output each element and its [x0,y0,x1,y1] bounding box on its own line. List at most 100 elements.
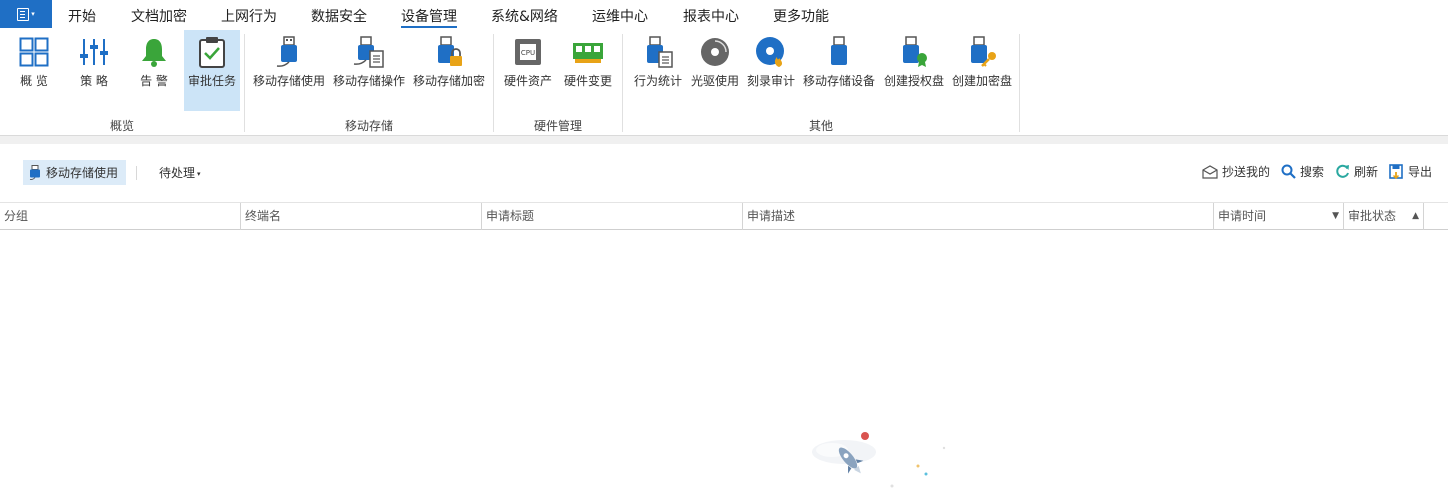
hardware-assets-button-label: 硬件资产 [503,74,552,88]
create-encrypted-disk-button-label: 创建加密盘 [951,74,1012,88]
optical-drive-button[interactable]: 光驱使用 [689,30,741,110]
behavior-stats-button[interactable]: 行为统计 [632,30,684,110]
hardware-assets-button[interactable]: CPU 硬件资产 [502,30,554,110]
burn-audit-button-label: 刻录审计 [746,74,795,88]
usb-usage-button[interactable]: 移动存储使用 [252,30,326,110]
sort-asc-icon: ▲ [1412,211,1419,221]
rocket-icon [812,432,946,488]
empty-state-illustration [808,428,958,494]
usb-operation-button-label: 移动存储操作 [332,74,405,88]
disc-burn-icon [755,35,787,69]
column-header-request-time[interactable]: 申请时间 ▼ [1214,203,1344,230]
optical-drive-button-label: 光驱使用 [690,74,739,88]
behavior-stats-button-label: 行为统计 [633,74,682,88]
ribbon-separator [622,34,623,132]
ribbon-separator [244,34,245,132]
search-button[interactable]: 搜索 [1281,163,1324,180]
usb-lock-icon [433,35,465,69]
ribbon-bottom-band [0,136,1448,144]
approval-tasks-button[interactable]: 审批任务 [184,30,240,111]
svg-text:CPU: CPU [521,49,535,57]
group-label-hardware: 硬件管理 [533,119,583,133]
status-filter-dropdown[interactable]: 待处理 ▾ [159,164,201,181]
current-view-chip[interactable]: 移动存储使用 [23,160,126,185]
column-header-approval-status[interactable]: 审批状态 ▲ [1344,203,1424,230]
refresh-button[interactable]: 刷新 [1335,163,1378,180]
disc-icon [699,35,731,69]
approval-tasks-button-label: 审批任务 [187,74,236,88]
ribbon-separator [493,34,494,132]
tab-doc-encryption[interactable]: 文档加密 [131,6,187,26]
sort-desc-icon: ▼ [1332,211,1339,221]
column-header-label: 终端名 [245,209,282,223]
policy-button[interactable]: 策 略 [68,30,120,110]
tab-ops-center[interactable]: 运维中心 [592,6,648,26]
column-header-label: 申请时间 [1218,209,1267,223]
status-filter-value: 待处理 [159,166,196,180]
memory-icon [572,35,604,69]
cpu-icon: CPU [512,35,544,69]
toolbar-separator [136,166,137,180]
create-auth-disk-button-label: 创建授权盘 [883,74,944,88]
usb-encryption-button-label: 移动存储加密 [412,74,485,88]
column-header-terminal-name[interactable]: 终端名 [241,203,482,230]
mail-icon [1202,164,1218,179]
hardware-changes-button-label: 硬件变更 [563,74,612,88]
export-label: 导出 [1408,165,1433,179]
create-encrypted-disk-button[interactable]: 创建加密盘 [950,30,1014,110]
usb-device-icon [823,35,855,69]
clipboard-check-icon [196,35,228,69]
tab-data-security[interactable]: 数据安全 [311,6,367,26]
column-header-label: 分组 [4,209,29,223]
usb-icon [29,165,40,180]
column-header-request-description[interactable]: 申请描述 [743,203,1214,230]
tab-report-center[interactable]: 报表中心 [683,6,739,26]
column-header-group[interactable]: 分组 [0,203,241,230]
tab-device-management[interactable]: 设备管理 [401,6,457,28]
usb-devices-button-label: 移动存储设备 [802,74,875,88]
group-label-overview: 概览 [109,119,135,133]
burn-audit-button[interactable]: 刻录审计 [745,30,797,110]
tab-web-behavior[interactable]: 上网行为 [221,6,277,26]
cc-to-me-button[interactable]: 抄送我的 [1202,163,1270,180]
chevron-down-icon: ▾ [31,10,35,18]
refresh-label: 刷新 [1354,165,1379,179]
create-auth-disk-button[interactable]: 创建授权盘 [882,30,946,110]
usb-icon [273,35,305,69]
grid-icon [18,35,50,69]
usb-encryption-button[interactable]: 移动存储加密 [412,30,486,110]
document-menu-icon [17,7,30,21]
usb-usage-button-label: 移动存储使用 [252,74,325,88]
usb-log-icon [353,35,385,69]
overview-button[interactable]: 概 览 [8,30,60,110]
usb-key-icon [966,35,998,69]
column-header-label: 审批状态 [1348,209,1397,223]
column-header-label: 申请标题 [486,209,535,223]
bell-icon [138,35,170,69]
hardware-changes-button[interactable]: 硬件变更 [562,30,614,110]
cc-to-me-label: 抄送我的 [1222,165,1271,179]
export-button[interactable]: 导出 [1389,163,1432,180]
ribbon-separator [1019,34,1020,132]
toolbar: 移动存储使用 待处理 ▾ 抄送我的 搜索 刷新 导出 [0,144,1448,202]
search-label: 搜索 [1300,165,1325,179]
search-icon [1281,164,1296,179]
menu-bar: ▾ 开始 文档加密 上网行为 数据安全 设备管理 系统&网络 运维中心 报表中心… [0,0,1448,30]
tab-more-features[interactable]: 更多功能 [773,6,829,26]
alert-button-label: 告 警 [140,74,168,88]
refresh-icon [1336,164,1349,178]
tab-system-network[interactable]: 系统&网络 [491,6,558,26]
overview-button-label: 概 览 [20,74,48,88]
tab-start[interactable]: 开始 [68,6,96,26]
usb-operation-button[interactable]: 移动存储操作 [332,30,406,110]
column-header-label: 申请描述 [747,209,796,223]
column-header-request-title[interactable]: 申请标题 [482,203,743,230]
alert-button[interactable]: 告 警 [128,30,180,110]
sliders-icon [78,35,110,69]
chevron-down-icon: ▾ [197,169,201,178]
app-menu-button[interactable]: ▾ [0,0,52,28]
ribbon: 概 览 策 略 告 警 审批任务 移动存储使用 移动存储操作 移动存储加密 CP… [0,30,1448,136]
export-icon [1389,164,1403,179]
group-label-other: 其他 [808,119,834,133]
usb-devices-button[interactable]: 移动存储设备 [801,30,877,110]
